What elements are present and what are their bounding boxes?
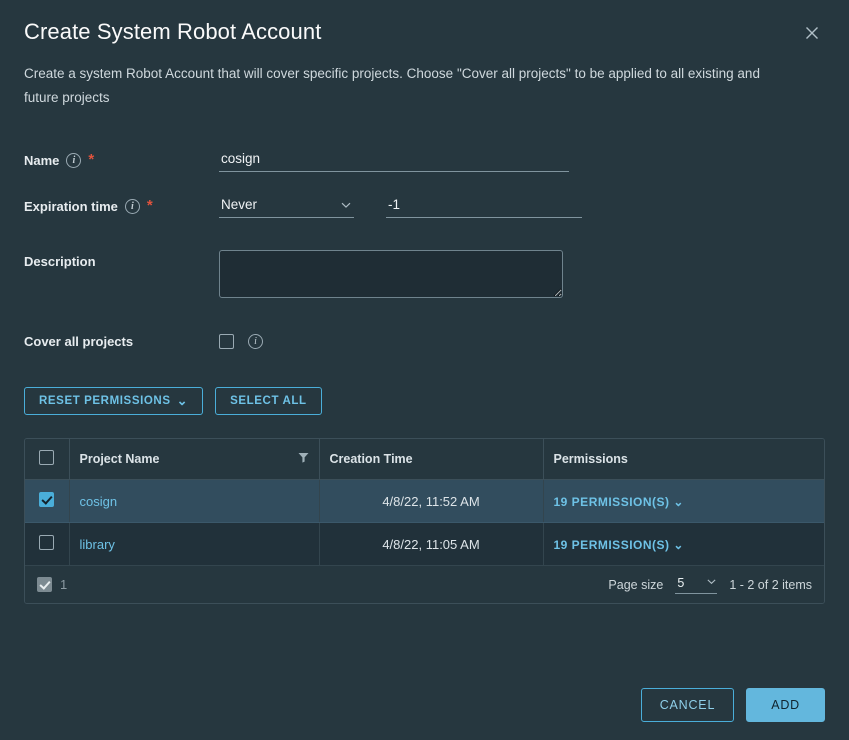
select-all-label: SELECT ALL [230, 395, 307, 407]
description-row: Description [24, 250, 825, 298]
info-icon[interactable]: i [124, 198, 140, 214]
required-marker: * [146, 197, 153, 214]
items-range-label: 1 - 2 of 2 items [729, 577, 812, 592]
row-checkbox[interactable] [39, 492, 55, 507]
creation-time-cell: 4/8/22, 11:05 AM [318, 522, 543, 566]
table-row[interactable]: library 4/8/22, 11:05 AM 19 PERMISSION(S… [25, 522, 824, 566]
project-name-header-label: Project Name [79, 452, 160, 466]
projects-table: Project Name Creation Time Permissions c… [24, 438, 825, 604]
name-label-group: Name i * [24, 151, 219, 168]
dialog-description: Create a system Robot Account that will … [24, 66, 760, 105]
creation-time-cell: 4/8/22, 11:52 AM [318, 479, 543, 523]
expiration-row: Expiration time i * NeverDays [24, 194, 825, 218]
cancel-button[interactable]: CANCEL [640, 688, 735, 722]
cover-all-label-group: Cover all projects [24, 334, 219, 349]
select-all-checkbox[interactable] [39, 450, 55, 465]
cover-all-projects-checkbox[interactable] [219, 334, 234, 349]
table-header-row: Project Name Creation Time Permissions [25, 439, 824, 480]
chevron-down-icon: ⌄ [673, 494, 684, 509]
expiration-type-select-wrap: NeverDays [219, 194, 354, 218]
permissions-link[interactable]: 19 PERMISSION(S) ⌄ [554, 538, 684, 552]
info-icon[interactable]: i [66, 152, 82, 168]
chevron-down-icon: ⌄ [176, 393, 189, 408]
permissions-cell: 19 PERMISSION(S) ⌄ [542, 522, 824, 566]
table-row[interactable]: cosign 4/8/22, 11:52 AM 19 PERMISSION(S)… [25, 479, 824, 523]
description-label-group: Description [24, 250, 219, 269]
row-select-cell [25, 522, 69, 566]
project-name-header[interactable]: Project Name [68, 439, 319, 480]
close-icon[interactable] [799, 20, 825, 46]
project-name-link[interactable]: cosign [80, 494, 118, 509]
add-button[interactable]: ADD [746, 688, 825, 722]
reset-permissions-button[interactable]: RESET PERMISSIONS ⌄ [24, 387, 204, 415]
name-row: Name i * [24, 148, 825, 172]
permissions-header[interactable]: Permissions [542, 439, 824, 480]
required-marker: * [88, 151, 95, 168]
expiration-type-select[interactable]: NeverDays [219, 194, 354, 218]
row-select-cell [25, 479, 69, 523]
row-checkbox[interactable] [39, 535, 55, 550]
table-body: cosign 4/8/22, 11:52 AM 19 PERMISSION(S)… [25, 479, 824, 566]
expiration-label-group: Expiration time i * [24, 197, 219, 214]
dialog-footer: CANCEL ADD [640, 688, 825, 722]
expiration-value-input[interactable] [386, 194, 582, 218]
page-size-select[interactable]: 5101520 [675, 575, 718, 594]
description-textarea[interactable] [219, 250, 563, 298]
info-icon[interactable]: i [248, 334, 263, 349]
cover-all-projects-label: Cover all projects [24, 334, 134, 349]
footer-selection-checkbox[interactable] [37, 577, 52, 592]
name-input[interactable] [219, 148, 569, 172]
page-size-select-wrap: 5101520 [675, 575, 718, 594]
dialog-title: Create System Robot Account [24, 19, 322, 44]
select-all-header-cell [25, 439, 69, 480]
project-name-cell: library [68, 522, 319, 566]
create-system-robot-account-dialog: Create System Robot Account Create a sys… [0, 0, 849, 740]
pagination-controls: Page size 5101520 1 - 2 of 2 items [608, 575, 812, 594]
creation-time-header[interactable]: Creation Time [318, 439, 543, 480]
project-name-cell: cosign [68, 479, 319, 523]
robot-account-form: Name i * Expiration time i * NeverDays [0, 110, 849, 349]
selected-count-label: 1 [60, 577, 68, 592]
filter-icon[interactable] [298, 452, 309, 466]
cover-all-projects-row: Cover all projects i [24, 334, 825, 349]
description-label: Description [24, 254, 96, 269]
name-label: Name [24, 152, 60, 168]
permissions-count-label: 19 PERMISSION(S) [553, 537, 670, 552]
project-name-link[interactable]: library [80, 537, 115, 552]
table-footer: 1 Page size 5101520 1 - 2 of 2 items [25, 566, 824, 603]
permissions-link[interactable]: 19 PERMISSION(S) ⌄ [554, 495, 684, 509]
permissions-count-label: 19 PERMISSION(S) [553, 494, 670, 509]
permissions-header-label: Permissions [553, 452, 628, 466]
permissions-cell: 19 PERMISSION(S) ⌄ [542, 479, 824, 523]
dialog-header: Create System Robot Account [0, 0, 849, 46]
creation-time-header-label: Creation Time [329, 452, 413, 466]
permission-actions: RESET PERMISSIONS ⌄ SELECT ALL [0, 387, 849, 415]
chevron-down-icon: ⌄ [673, 537, 684, 552]
reset-permissions-label: RESET PERMISSIONS [39, 395, 171, 407]
expiration-label: Expiration time [24, 198, 118, 214]
page-size-label: Page size [608, 577, 664, 592]
select-all-button[interactable]: SELECT ALL [215, 387, 322, 415]
